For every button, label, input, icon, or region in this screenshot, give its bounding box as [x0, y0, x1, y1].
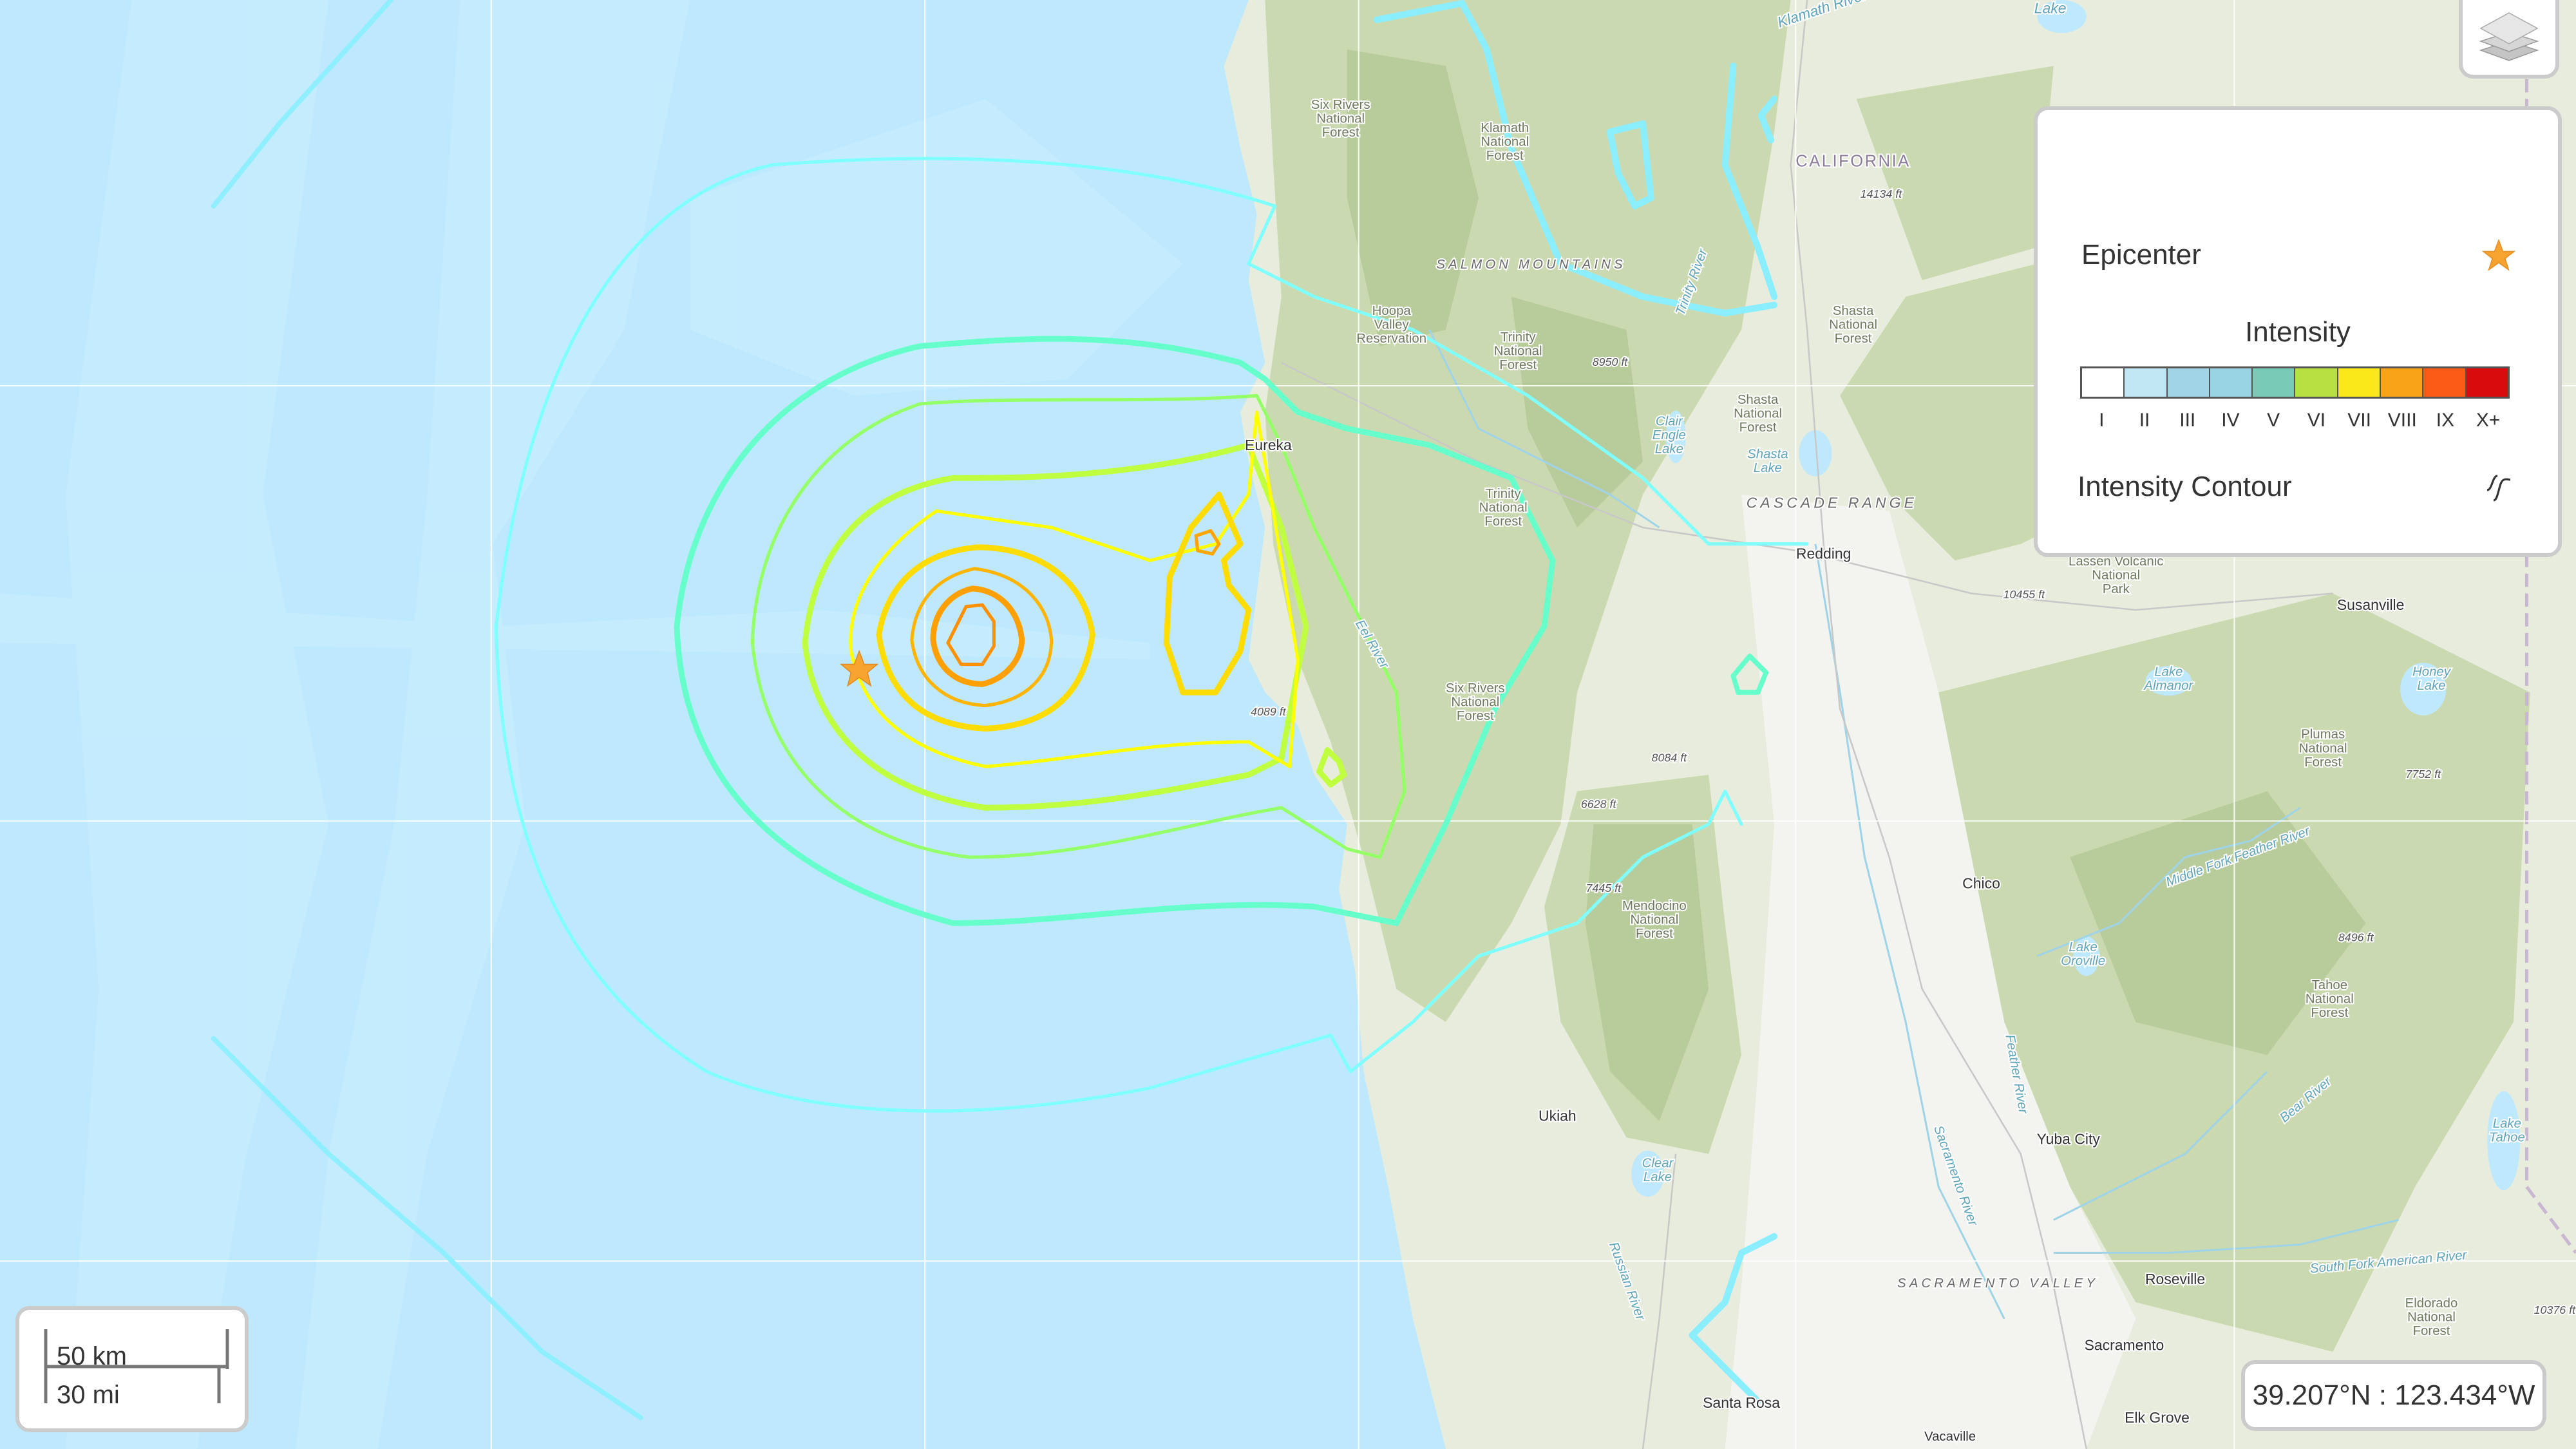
map-label-water: Clair Engle Lake — [1653, 413, 1686, 456]
coordinate-text: 39.207°N : 123.434°W — [2252, 1379, 2535, 1411]
map-label-forest: Eldorado National Forest — [2405, 1296, 2458, 1338]
map-label-water: Honey Lake — [2412, 664, 2452, 693]
intensity-tick-label: I — [2099, 410, 2105, 431]
map-label-region: SACRAMENTO VALLEY — [1897, 1276, 2098, 1291]
scale-km-label: 50 km — [57, 1342, 127, 1370]
map-label-water: Lake — [2034, 0, 2067, 16]
legend-epicenter-label: Epicenter — [2081, 239, 2201, 270]
legend-intensity-title: Intensity — [2245, 316, 2351, 348]
map-label-city: Redding — [1796, 545, 1851, 562]
scale-bar: 50 km 30 mi — [15, 1306, 249, 1432]
contour-line-icon — [2486, 475, 2511, 502]
map-label-elevation: 6628 ft — [1581, 797, 1617, 810]
intensity-tick-label: II — [2139, 410, 2150, 431]
intensity-swatch — [2125, 368, 2168, 397]
map-label-forest: Trinity National Forest — [1479, 486, 1528, 529]
intensity-tick-label: IX — [2436, 410, 2455, 431]
map-label-city: Elk Grove — [2125, 1409, 2190, 1426]
intensity-color-bar — [2080, 366, 2510, 399]
map-label-city: Eureka — [1245, 437, 1292, 453]
map-label-state: CALIFORNIA — [1795, 152, 1911, 170]
map-label-range: CASCADE RANGE — [1747, 494, 1917, 511]
intensity-swatch — [2253, 368, 2296, 397]
map-label-forest: Tahoe National Forest — [2306, 978, 2354, 1020]
layers-button[interactable] — [2459, 0, 2559, 79]
intensity-tick-label: V — [2267, 410, 2280, 431]
intensity-tick-label: VII — [2347, 410, 2371, 431]
map-label-forest: Plumas National Forest — [2299, 727, 2347, 770]
intensity-tick-label: X+ — [2476, 410, 2501, 431]
map-label-city: Vacaville — [1924, 1429, 1976, 1444]
map-label-forest: Shasta National Forest — [1734, 392, 1782, 435]
map-label-forest: Klamath National Forest — [1481, 120, 1529, 163]
intensity-swatch — [2082, 368, 2125, 397]
intensity-swatch — [2423, 368, 2467, 397]
map-label-city: Ukiah — [1539, 1108, 1577, 1124]
legend-contour-label: Intensity Contour — [2078, 471, 2292, 502]
map-label-city: Santa Rosa — [1703, 1394, 1780, 1411]
intensity-tick-label: IV — [2221, 410, 2240, 431]
map-label-city: Susanville — [2337, 596, 2405, 613]
map-label-elevation: 8950 ft — [1593, 355, 1629, 368]
map-label-elevation: 10376 ft — [2534, 1303, 2576, 1316]
intensity-tick-label: VI — [2307, 410, 2326, 431]
intensity-swatch — [2295, 368, 2338, 397]
map-label-forest: Shasta National Forest — [1829, 303, 1877, 346]
intensity-swatch — [2338, 368, 2382, 397]
map-label-elevation: 10455 ft — [2003, 588, 2046, 601]
map-label-elevation: 8084 ft — [1652, 752, 1688, 764]
map-label-city: Sacramento — [2085, 1336, 2164, 1353]
map-label-city: Yuba City — [2037, 1130, 2101, 1147]
map-label-elevation: 14134 ft — [1861, 187, 1903, 200]
intensity-swatch — [2210, 368, 2253, 397]
map-label-elevation: 7445 ft — [1586, 882, 1622, 895]
intensity-tick-labels: I II III IV V VI VII VIII IX X+ — [2080, 410, 2510, 431]
intensity-tick-label: VIII — [2387, 410, 2417, 431]
map-label-water: Clear Lake — [1642, 1155, 1674, 1184]
layers-icon — [2479, 12, 2539, 61]
map-label-elevation: 4089 ft — [1251, 705, 1287, 718]
coordinate-readout: 39.207°N : 123.434°W — [2241, 1360, 2546, 1431]
map-label-elevation: 8496 ft — [2338, 931, 2374, 944]
star-icon — [2482, 239, 2515, 271]
map-label-city: Chico — [1962, 875, 2000, 892]
map-label-water: Lake Tahoe — [2489, 1116, 2525, 1145]
legend-panel: Epicenter Intensity I II III IV V VI VII VIII IX… — [2034, 106, 2562, 557]
intensity-swatch — [2466, 368, 2508, 397]
intensity-swatch — [2381, 368, 2424, 397]
map-label-city: Roseville — [2145, 1271, 2205, 1287]
intensity-swatch — [2167, 368, 2210, 397]
map-label-elevation: 7752 ft — [2405, 768, 2441, 781]
map-label-range: SALMON MOUNTAINS — [1436, 257, 1625, 272]
intensity-tick-label: III — [2179, 410, 2196, 431]
scale-mi-label: 30 mi — [57, 1381, 120, 1409]
map-label-forest: Trinity National Forest — [1494, 330, 1542, 372]
